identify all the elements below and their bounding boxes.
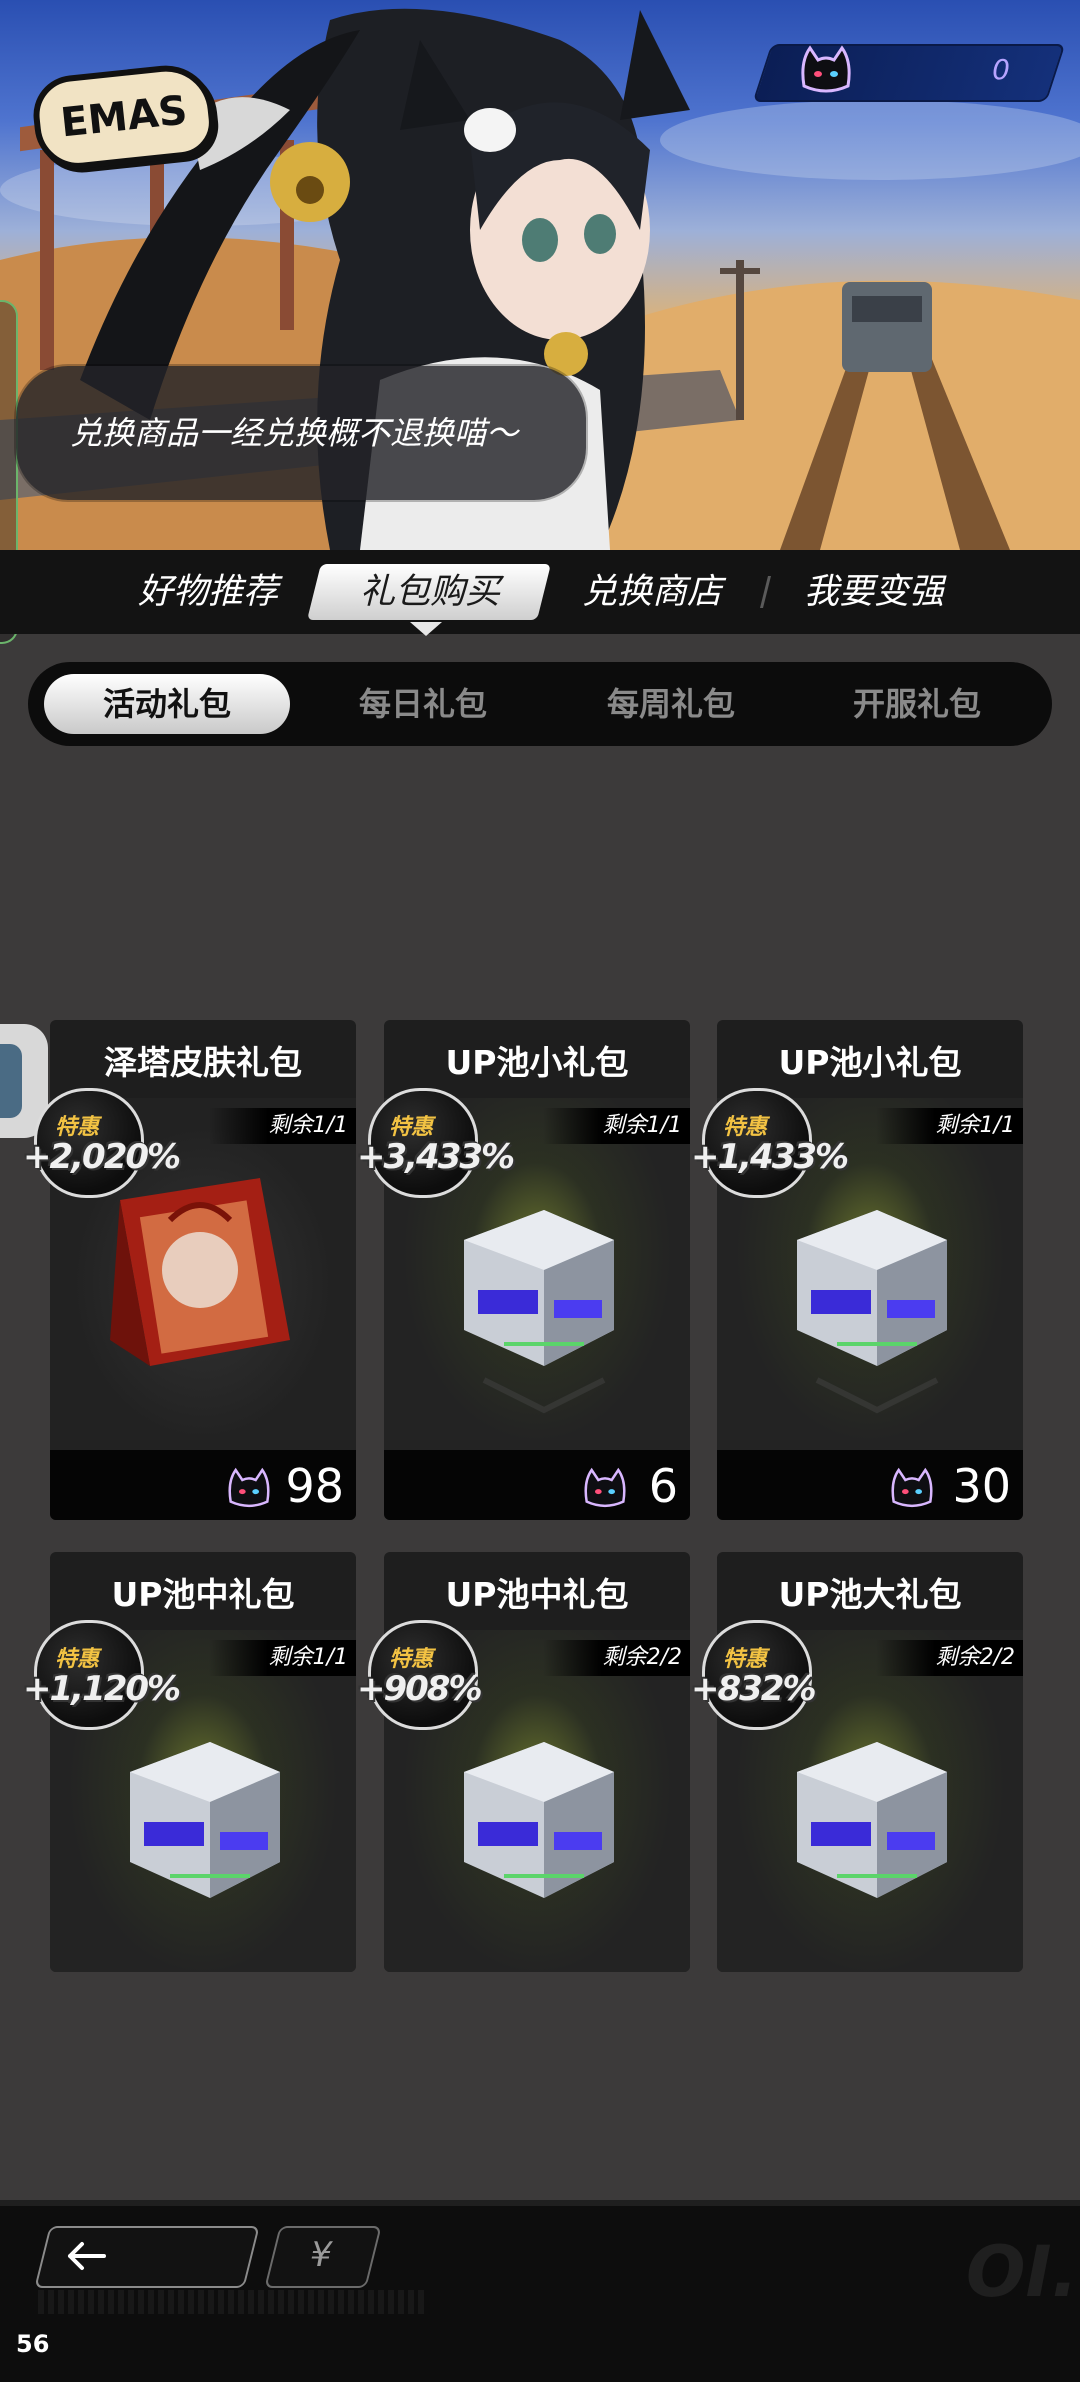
badge-value: +3,433% — [357, 1137, 515, 1177]
subtab-daily-packs[interactable]: 每日礼包 — [320, 662, 526, 746]
logo-text: EMAS — [58, 87, 190, 147]
subtab-launch-packs[interactable]: 开服礼包 — [814, 662, 1020, 746]
arrow-left-icon — [68, 2242, 106, 2270]
watermark-text: OI. — [966, 2231, 1079, 2313]
badge-value: +908% — [357, 1669, 483, 1709]
badge-value: +1,433% — [691, 1137, 849, 1177]
discount-badge: 特惠 +1,120% — [23, 1620, 181, 1730]
tab-recommended[interactable]: 好物推荐 — [118, 550, 298, 634]
price-bar[interactable]: 98 — [50, 1450, 356, 1520]
tab-exchange-shop[interactable]: 兑换商店 — [562, 550, 742, 634]
price-bar[interactable]: 30 — [717, 1450, 1023, 1520]
badge-value: +832% — [691, 1669, 817, 1709]
price-value: 6 — [648, 1459, 678, 1513]
nav-caret-icon — [410, 622, 442, 636]
left-edge-tab-inner — [0, 1044, 22, 1118]
discount-badge: 特惠 +832% — [691, 1620, 817, 1730]
decorative-text-strip — [38, 2290, 428, 2314]
main-nav: 好物推荐 礼包购买 兑换商店 我要变强 — [0, 550, 1080, 634]
discount-badge: 特惠 +2,020% — [23, 1088, 181, 1198]
yen-icon: ¥ — [310, 2235, 332, 2275]
price-value: 30 — [952, 1459, 1011, 1513]
currency-value: 0 — [992, 53, 1010, 86]
speech-text: 兑换商品一经兑换概不退换喵～ — [70, 414, 519, 452]
cat-coin-icon — [584, 1467, 626, 1508]
tab-get-stronger[interactable]: 我要变强 — [784, 550, 964, 634]
discount-badge: 特惠 +3,433% — [357, 1088, 515, 1198]
cat-coin-icon — [228, 1467, 270, 1508]
cat-coin-icon — [891, 1467, 933, 1508]
discount-badge: 特惠 +1,433% — [691, 1088, 849, 1198]
subtab-event-packs[interactable]: 活动礼包 — [44, 674, 290, 734]
subtab-weekly-packs[interactable]: 每周礼包 — [568, 662, 774, 746]
gift-card[interactable]: UP池中礼包 剩余2/2 — [384, 1552, 690, 1972]
badge-value: +2,020% — [23, 1137, 181, 1177]
cat-coin-icon — [801, 45, 851, 93]
subtab-bar: 活动礼包 每日礼包 每周礼包 开服礼包 — [28, 662, 1052, 746]
fps-counter: 56 — [16, 2330, 50, 2358]
badge-value: +1,120% — [23, 1669, 181, 1709]
discount-badge: 特惠 +908% — [357, 1620, 483, 1730]
price-value: 98 — [285, 1459, 344, 1513]
game-logo: EMAS — [29, 60, 219, 174]
gift-card[interactable]: UP池中礼包 剩余1/1 — [50, 1552, 356, 1972]
price-bar[interactable]: 6 — [384, 1450, 690, 1520]
gift-card[interactable]: UP池大礼包 剩余2/2 — [717, 1552, 1023, 1972]
